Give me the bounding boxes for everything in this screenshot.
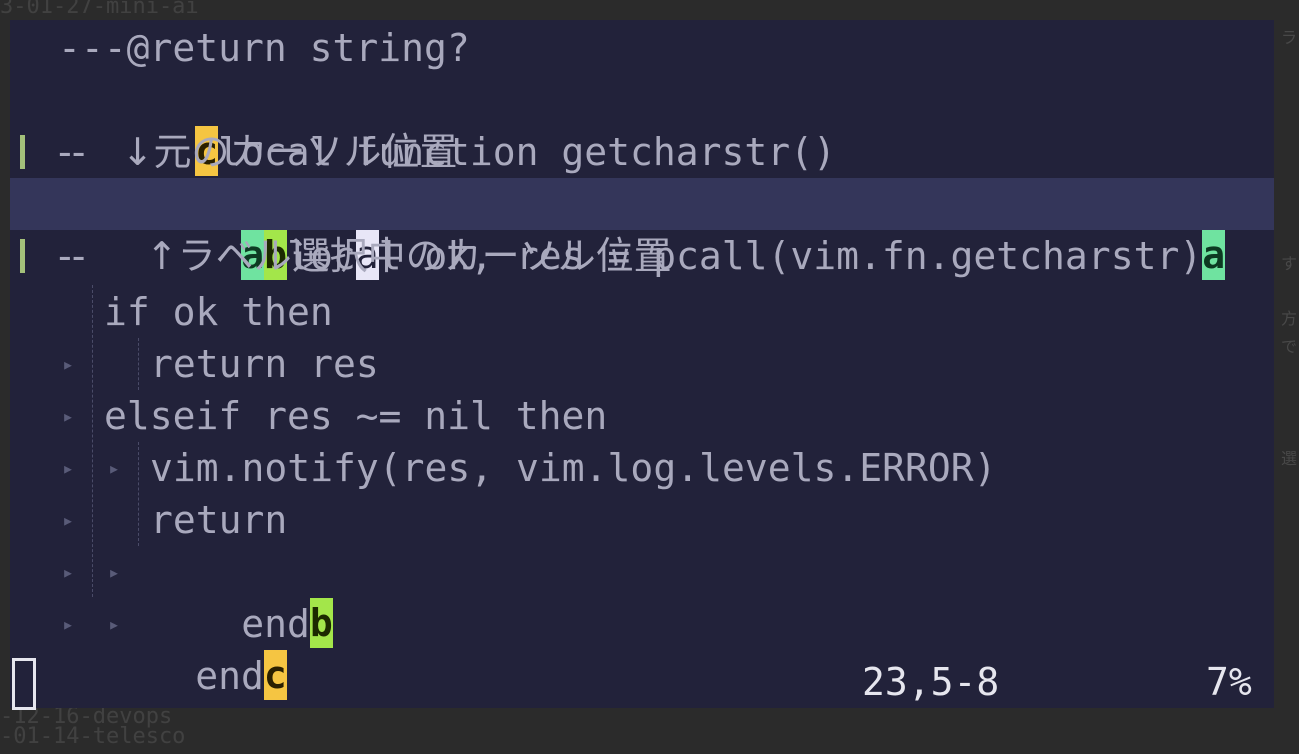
editor-window[interactable]: ---@return string? clocal function getch… <box>10 20 1274 710</box>
code-line[interactable]: ▸ elseif res ~= nil then <box>10 390 1274 480</box>
background-glyph: ラ <box>1280 28 1297 47</box>
background-window-text: 3-01-27-mini-ai <box>0 0 199 19</box>
code-text: ---@return string? <box>58 26 470 70</box>
code-line[interactable]: ▸ if ok then <box>10 286 1274 376</box>
background-glyph: 方 <box>1280 309 1297 328</box>
ruler-position: 23,5-8 <box>862 660 1000 704</box>
code-line[interactable]: endc <box>10 598 1274 700</box>
cursor-line[interactable]: ablocal ok, res = pcall(vim.fn.getcharst… <box>10 178 1274 280</box>
code-line[interactable]: ▸ ▸ return res <box>10 338 1274 480</box>
code-text: return res <box>150 342 379 386</box>
code-text: elseif res ~= nil then <box>104 394 608 438</box>
code-line[interactable]: clocal function getcharstr() <box>10 74 1274 176</box>
git-change-sign <box>20 135 25 169</box>
command-line-cursor[interactable] <box>12 658 36 710</box>
comment-text: -- ↓元のカーソル位置 <box>58 130 458 174</box>
git-change-sign <box>20 239 25 273</box>
code-line[interactable]: ---@return string? <box>10 22 1274 74</box>
ruler-percent: 7% <box>1206 660 1252 704</box>
code-line[interactable]: ▸ endb <box>10 546 1274 648</box>
background-glyph: で <box>1280 337 1297 356</box>
code-text: if ok then <box>104 290 333 334</box>
code-line[interactable]: ▸ ▸ vim.notify(res, vim.log.levels.ERROR… <box>10 442 1274 584</box>
code-line[interactable]: -- ↑ラベル選択中のカーソル位置 <box>10 230 1274 282</box>
code-text: vim.notify(res, vim.log.levels.ERROR) <box>150 446 997 490</box>
jump-label[interactable]: c <box>263 650 287 700</box>
code-line[interactable]: -- ↓元のカーソル位置 <box>10 126 1274 178</box>
code-text: return <box>150 498 288 542</box>
code-text: end <box>195 654 264 698</box>
background-glyph: 選 <box>1280 449 1297 468</box>
background-glyph: す <box>1280 254 1297 273</box>
comment-text: -- ↑ラベル選択中のカーソル位置 <box>58 234 672 278</box>
code-line[interactable]: ▸ ▸ return <box>10 494 1274 636</box>
